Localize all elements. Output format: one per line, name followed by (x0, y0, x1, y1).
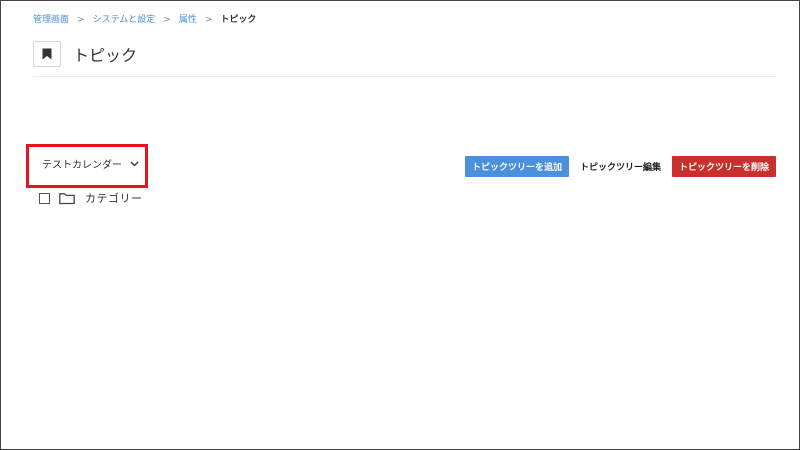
header-divider (33, 76, 777, 77)
calendar-selector-value: テストカレンダー (42, 160, 122, 171)
topic-tree-actions: トピックツリーを追加 トピックツリー編集 トピックツリーを削除 (464, 156, 776, 177)
breadcrumb-link-system-settings[interactable]: システムと設定 (93, 13, 156, 27)
breadcrumb-link-attributes[interactable]: 属性 (179, 13, 197, 27)
app-window: 管理画面 > システムと設定 > 属性 > トピック トピック テストカレンダー (0, 0, 800, 450)
breadcrumb-separator: > (77, 15, 85, 25)
breadcrumb-separator: > (163, 15, 171, 25)
page-title: トピック (73, 46, 138, 65)
tree-item-label: カテゴリー (85, 192, 143, 205)
delete-topic-tree-button[interactable]: トピックツリーを削除 (671, 156, 776, 177)
tree-item-checkbox[interactable] (39, 192, 50, 204)
breadcrumb-link-admin[interactable]: 管理画面 (33, 13, 69, 27)
calendar-selector-dropdown[interactable]: テストカレンダー (42, 156, 139, 171)
breadcrumb-separator: > (204, 15, 213, 25)
breadcrumb: 管理画面 > システムと設定 > 属性 > トピック (33, 13, 256, 27)
tree-item-category[interactable]: カテゴリー (39, 190, 143, 206)
chevron-down-icon (130, 161, 139, 167)
edit-topic-tree-button[interactable]: トピックツリー編集 (572, 156, 668, 177)
breadcrumb-current: トピック (220, 15, 257, 25)
bookmark-icon (33, 41, 61, 67)
folder-icon (59, 192, 75, 205)
page-header: トピック (33, 41, 137, 67)
add-topic-tree-button[interactable]: トピックツリーを追加 (464, 156, 569, 177)
